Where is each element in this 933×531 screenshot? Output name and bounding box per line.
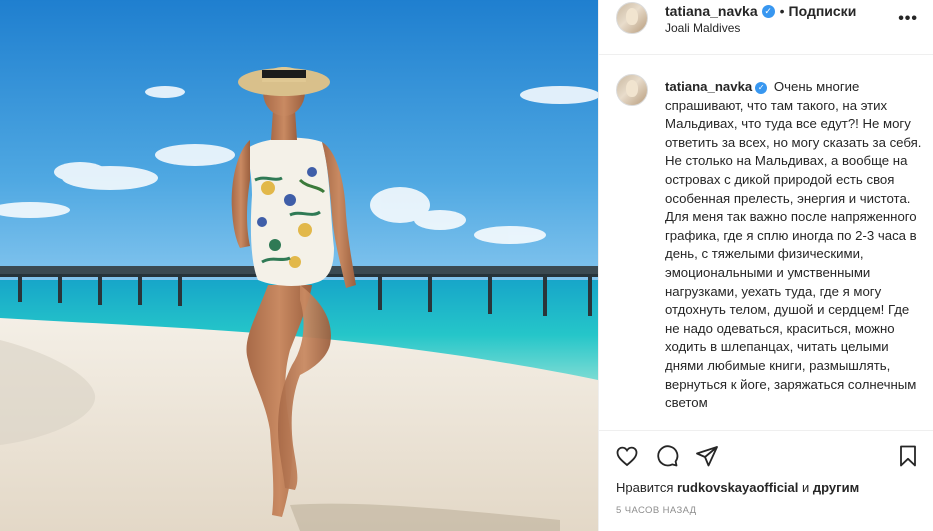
- post-timestamp[interactable]: 5 ЧАСОВ НАЗАД: [616, 505, 697, 516]
- verified-icon: ✓: [755, 82, 768, 94]
- likes-user-link[interactable]: rudkovskayaofficial: [677, 480, 798, 495]
- comment-icon[interactable]: [655, 444, 679, 468]
- more-icon[interactable]: •••: [898, 10, 918, 28]
- action-bar: Нравится rudkovskayaofficial и другим 5 …: [599, 430, 933, 531]
- avatar[interactable]: [616, 2, 648, 34]
- caption-avatar[interactable]: [616, 74, 648, 106]
- following-button[interactable]: Подписки: [789, 3, 857, 19]
- share-icon[interactable]: [695, 444, 719, 468]
- separator-dot: •: [779, 3, 785, 19]
- action-icons: [615, 444, 719, 468]
- post-photo[interactable]: [0, 0, 598, 531]
- header-username[interactable]: tatiana_navka: [665, 3, 758, 19]
- caption-text: tatiana_navka ✓ Очень многие спрашивают, …: [665, 78, 927, 413]
- bookmark-icon[interactable]: [896, 444, 920, 468]
- verified-icon: ✓: [761, 4, 775, 18]
- caption-body: Очень многие спрашивают, что там такого,…: [665, 79, 922, 411]
- heart-icon[interactable]: [615, 444, 639, 468]
- caption-username[interactable]: tatiana_navka: [665, 79, 752, 94]
- post-panel: tatiana_navka ✓ • Подписки Joali Maldive…: [598, 0, 933, 531]
- likes-summary: Нравится rudkovskayaofficial и другим: [616, 480, 859, 495]
- post-header: tatiana_navka ✓ • Подписки Joali Maldive…: [599, 0, 933, 55]
- likes-prefix: Нравится: [616, 480, 674, 495]
- caption-section: tatiana_navka ✓ Очень многие спрашивают, …: [599, 56, 933, 430]
- likes-others-link[interactable]: другим: [813, 480, 859, 495]
- likes-and: и: [802, 480, 810, 495]
- location-link[interactable]: Joali Maldives: [665, 21, 740, 35]
- beach-photo: [0, 0, 598, 531]
- header-name-row: tatiana_navka ✓ • Подписки: [665, 3, 856, 19]
